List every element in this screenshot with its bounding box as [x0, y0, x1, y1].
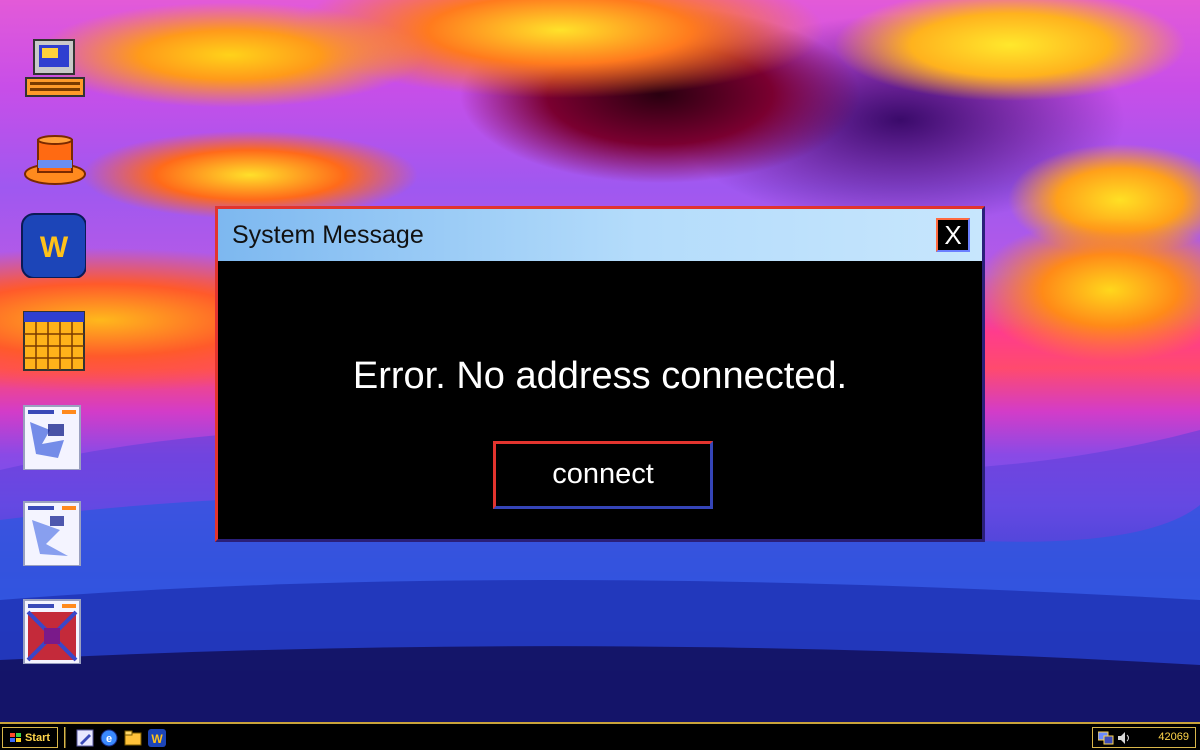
red-document-thumbnail-icon[interactable]	[20, 598, 86, 664]
dialog-title-bar[interactable]: System Message X	[218, 209, 982, 261]
w-app-icon[interactable]: W	[20, 212, 86, 278]
system-tray: 42069	[1092, 727, 1196, 748]
svg-text:W: W	[40, 231, 69, 264]
folder-icon[interactable]	[124, 729, 142, 747]
document-thumbnail-icon[interactable]	[20, 500, 86, 566]
clock[interactable]: 42069	[1158, 731, 1189, 743]
desktop-wallpaper: W System Message X Error. No address con…	[0, 0, 1200, 722]
system-message-dialog: System Message X Error. No address conne…	[215, 206, 985, 542]
hat-icon[interactable]	[20, 130, 86, 196]
browser-icon[interactable]: e	[100, 729, 118, 747]
error-message: Error. No address connected.	[352, 355, 848, 397]
connect-button[interactable]: connect	[493, 441, 713, 509]
calendar-icon[interactable]	[20, 308, 86, 374]
start-button[interactable]: Start	[2, 727, 58, 748]
close-button[interactable]: X	[936, 218, 970, 252]
dialog-title: System Message	[232, 221, 424, 249]
document-thumbnail-icon[interactable]	[20, 404, 86, 470]
start-logo-icon	[9, 732, 21, 742]
my-computer-icon[interactable]	[20, 36, 86, 102]
w-app-taskbar-icon[interactable]: W	[148, 729, 166, 747]
svg-text:W: W	[151, 732, 163, 746]
start-label: Start	[24, 731, 51, 744]
taskbar-separator	[64, 727, 66, 748]
speaker-icon[interactable]	[1117, 731, 1131, 745]
taskbar: Start e W 42069	[0, 722, 1200, 750]
svg-text:e: e	[106, 733, 112, 745]
network-icon[interactable]	[1098, 730, 1114, 745]
pen-icon[interactable]	[76, 729, 94, 747]
